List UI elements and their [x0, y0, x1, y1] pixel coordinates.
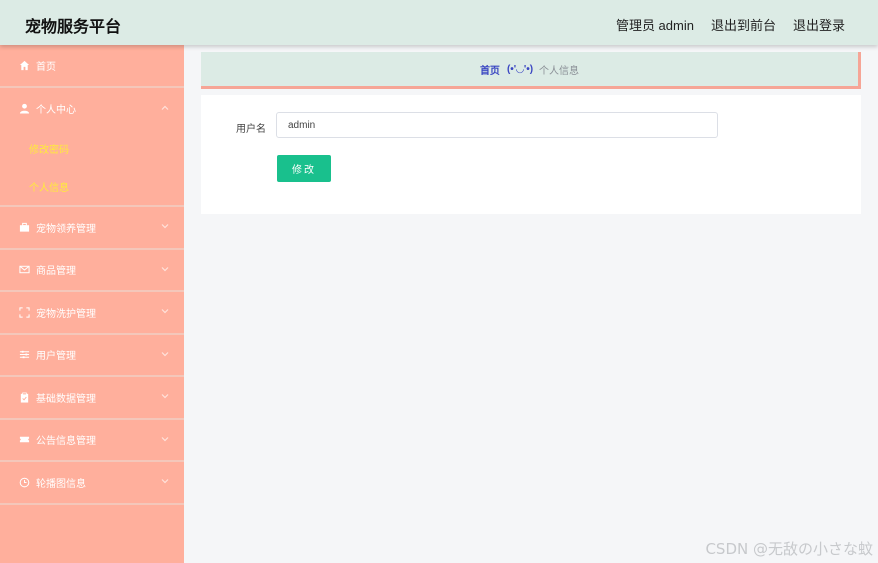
chevron-down-icon: [161, 435, 169, 445]
briefcase-icon: [18, 221, 30, 233]
sidebar-item-carousel[interactable]: 轮播图信息: [0, 462, 184, 505]
sidebar-subitem-personal-info[interactable]: 个人信息: [0, 168, 184, 206]
profile-form-card: 用户名 修改: [201, 95, 861, 214]
breadcrumb: 首页 (•'◡'•) 个人信息: [201, 52, 861, 89]
submit-button[interactable]: 修改: [277, 155, 331, 182]
breadcrumb-separator: (•'◡'•): [506, 63, 534, 75]
ticket-icon: [18, 434, 30, 446]
chevron-down-icon: [161, 477, 169, 487]
watermark: CSDN @无敌の小さな蚊: [705, 540, 873, 558]
sidebar-item-basic-data[interactable]: 基础数据管理: [0, 377, 184, 420]
sidebar-item-label: 宠物洗护管理: [36, 308, 96, 320]
sidebar-item-label: 首页: [36, 61, 56, 73]
clock-icon: [18, 476, 30, 488]
sidebar-subitem-change-password[interactable]: 修改密码: [0, 130, 184, 168]
chevron-down-icon: [161, 307, 169, 317]
sidebar-item-label: 轮播图信息: [36, 478, 86, 490]
sidebar-item-label: 用户管理: [36, 351, 76, 363]
app-title: 宠物服务平台: [25, 19, 122, 36]
sidebar-item-label: 公告信息管理: [36, 436, 96, 448]
sidebar-item-users[interactable]: 用户管理: [0, 335, 184, 377]
sidebar-item-pet-adoption[interactable]: 宠物领养管理: [0, 207, 184, 250]
username-input[interactable]: [276, 112, 718, 138]
sidebar-item-personal-center[interactable]: 个人中心: [0, 88, 184, 131]
logout-link[interactable]: 退出登录: [793, 15, 845, 34]
top-bar: 宠物服务平台 管理员 admin 退出到前台 退出登录: [0, 0, 878, 45]
chevron-up-icon: [161, 104, 169, 114]
breadcrumb-current: 个人信息: [539, 65, 580, 77]
sidebar-item-home[interactable]: 首页: [0, 45, 184, 88]
header-actions: 管理员 admin 退出到前台 退出登录: [616, 15, 845, 34]
sidebar-item-announcements[interactable]: 公告信息管理: [0, 420, 184, 462]
sidebar-item-goods[interactable]: 商品管理: [0, 250, 184, 292]
sidebar-group-profile: 个人中心 修改密码 个人信息: [0, 88, 184, 207]
breadcrumb-home-link[interactable]: 首页: [480, 62, 500, 77]
current-user: 管理员 admin: [615, 18, 694, 33]
home-icon: [18, 59, 30, 71]
sliders-icon: [18, 349, 30, 361]
chevron-down-icon: [161, 350, 169, 360]
sidebar-item-label: 商品管理: [36, 266, 76, 278]
sidebar: 首页 个人中心 修改密码 个人信息 宠物领养管理 商品管理 宠物洗护管理 用户管…: [0, 45, 184, 563]
fullscreen-icon: [18, 306, 30, 318]
clipboard-icon: [18, 391, 30, 403]
chevron-down-icon: [161, 265, 169, 275]
sidebar-item-label: 基础数据管理: [36, 393, 96, 405]
mail-icon: [18, 264, 30, 276]
chevron-down-icon: [161, 392, 169, 402]
chevron-down-icon: [161, 222, 169, 232]
user-icon: [18, 103, 30, 115]
username-label: 用户名: [236, 124, 266, 135]
sidebar-item-pet-grooming[interactable]: 宠物洗护管理: [0, 292, 184, 335]
sidebar-item-label: 宠物领养管理: [36, 223, 96, 235]
back-to-front-link[interactable]: 退出到前台: [711, 15, 776, 34]
sidebar-item-label: 个人中心: [36, 105, 76, 117]
